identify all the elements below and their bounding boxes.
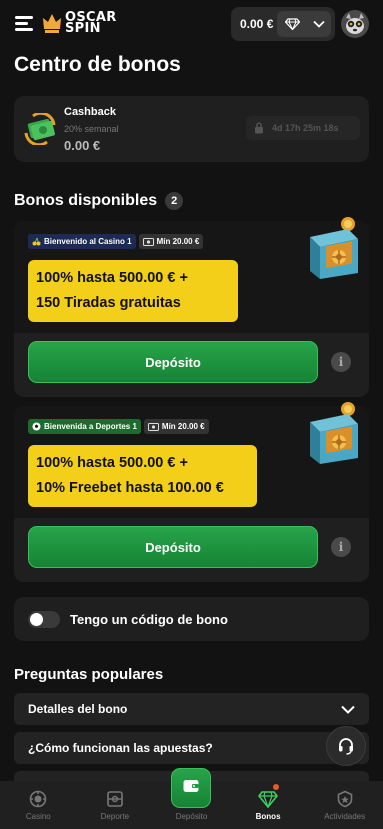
badge-icon bbox=[337, 790, 352, 808]
header: OSCAR SPIN 0.00 € bbox=[0, 0, 383, 48]
headset-icon bbox=[339, 738, 353, 755]
deposit-button[interactable]: Depósito bbox=[28, 341, 318, 383]
promo-line1: 100% hasta 500.00 € + bbox=[36, 455, 188, 471]
faq-question: Detalles del bono bbox=[28, 702, 128, 716]
cashback-card: Cashback 20% semanal 0.00 € 4d 17h 25m 1… bbox=[14, 96, 369, 162]
sports-field-icon bbox=[107, 791, 123, 807]
min-deposit-label: Mín 20.00 € bbox=[156, 237, 200, 246]
diamond-icon bbox=[258, 791, 279, 808]
deposit-fab[interactable] bbox=[171, 768, 212, 808]
crown-icon bbox=[43, 14, 61, 33]
section-title-text: Bonos disponibles bbox=[14, 192, 158, 209]
nav-label: Deporte bbox=[100, 812, 130, 821]
cherries-icon bbox=[32, 237, 41, 246]
min-deposit-tag: Mín 20.00 € bbox=[138, 234, 204, 249]
nav-label: Bonos bbox=[255, 812, 281, 821]
bonus-code-label: Tengo un código de bono bbox=[70, 611, 228, 627]
balance-box[interactable]: 0.00 € bbox=[231, 7, 335, 41]
faq-item[interactable]: Detalles del bono bbox=[14, 693, 369, 725]
nav-item-sports[interactable]: Deporte bbox=[77, 781, 154, 829]
page-title: Centro de bonos bbox=[14, 53, 181, 76]
nav-item-activities[interactable]: Actividades bbox=[306, 781, 383, 829]
count-badge: 2 bbox=[165, 192, 184, 210]
promo-line2: 150 Tiradas gratuitas bbox=[36, 295, 181, 311]
cashback-timer: 4d 17h 25m 18s bbox=[246, 116, 360, 140]
casino-chip-icon bbox=[29, 790, 47, 808]
support-button[interactable] bbox=[326, 726, 366, 766]
promo-line1: 100% hasta 500.00 € + bbox=[36, 270, 188, 286]
deposit-button[interactable]: Depósito bbox=[28, 526, 318, 568]
cash-icon bbox=[147, 422, 159, 431]
info-icon[interactable]: i bbox=[331, 537, 351, 557]
nav-label: Actividades bbox=[324, 812, 366, 821]
cashback-title: Cashback bbox=[64, 106, 116, 118]
cash-icon bbox=[142, 237, 154, 246]
lock-icon bbox=[255, 122, 263, 134]
menu-icon[interactable] bbox=[15, 15, 35, 33]
bonus-card-sports: Bienvenida a Deportes 1 Mín 20.00 € 100%… bbox=[14, 402, 369, 582]
bonus-code-toggle[interactable] bbox=[28, 610, 60, 628]
notification-dot bbox=[272, 784, 279, 790]
tag-row: Bienvenido al Casino 1 Mín 20.00 € bbox=[28, 234, 204, 249]
nav-label: Casino bbox=[25, 812, 51, 821]
nav-label: Depósito bbox=[175, 812, 208, 821]
faq-item[interactable]: ¿Cómo funcionan las apuestas? bbox=[14, 732, 369, 764]
currency-select[interactable] bbox=[277, 11, 331, 37]
min-deposit-tag: Mín 20.00 € bbox=[143, 419, 209, 434]
bonus-code-row[interactable]: Tengo un código de bono bbox=[14, 597, 369, 641]
tag-row: Bienvenida a Deportes 1 Mín 20.00 € bbox=[28, 419, 209, 434]
faq-question: ¿Cómo funcionan las apuestas? bbox=[28, 741, 213, 755]
bonus-card-casino: Bienvenido al Casino 1 Mín 20.00 € 100% … bbox=[14, 217, 369, 397]
nav-item-casino[interactable]: Casino bbox=[0, 781, 77, 829]
promo-line2: 10% Freebet hasta 100.00 € bbox=[36, 480, 224, 496]
info-icon[interactable]: i bbox=[331, 352, 351, 372]
bonus-type-label: Bienvenido al Casino 1 bbox=[44, 237, 132, 246]
nav-item-deposit[interactable]: Depósito bbox=[153, 768, 230, 829]
avatar[interactable] bbox=[341, 10, 369, 38]
toggle-knob bbox=[30, 612, 43, 626]
diamond-icon bbox=[285, 18, 300, 30]
treasure-safe-icon bbox=[310, 217, 358, 279]
chevron-down-icon bbox=[341, 705, 355, 714]
lemur-avatar-icon bbox=[341, 10, 369, 38]
logo[interactable]: OSCAR SPIN bbox=[42, 11, 117, 35]
faq-heading: Preguntas populares bbox=[14, 666, 164, 683]
promo-box: 100% hasta 500.00 € + 150 Tiradas gratui… bbox=[28, 260, 238, 322]
chevron-down-icon bbox=[313, 20, 325, 28]
available-bonuses-heading: Bonos disponibles 2 bbox=[14, 192, 184, 210]
treasure-safe-icon bbox=[310, 402, 358, 464]
bottom-nav: Casino Deporte Depósito Bonos Actividade… bbox=[0, 768, 383, 829]
cashback-amount: 0.00 € bbox=[64, 138, 101, 153]
football-icon bbox=[32, 422, 41, 431]
timer-text: 4d 17h 25m 18s bbox=[272, 123, 339, 133]
cashback-subtitle: 20% semanal bbox=[64, 124, 119, 134]
balance-amount: 0.00 € bbox=[240, 17, 274, 31]
wallet-icon bbox=[183, 780, 199, 792]
promo-box: 100% hasta 500.00 € + 10% Freebet hasta … bbox=[28, 445, 257, 507]
nav-item-bonuses[interactable]: Bonos bbox=[230, 781, 307, 829]
bonus-type-tag: Bienvenida a Deportes 1 bbox=[28, 419, 141, 434]
cashback-money-icon bbox=[24, 113, 56, 145]
min-deposit-label: Mín 20.00 € bbox=[161, 422, 205, 431]
bonus-type-label: Bienvenida a Deportes 1 bbox=[44, 422, 137, 431]
bonus-type-tag: Bienvenido al Casino 1 bbox=[28, 234, 136, 249]
